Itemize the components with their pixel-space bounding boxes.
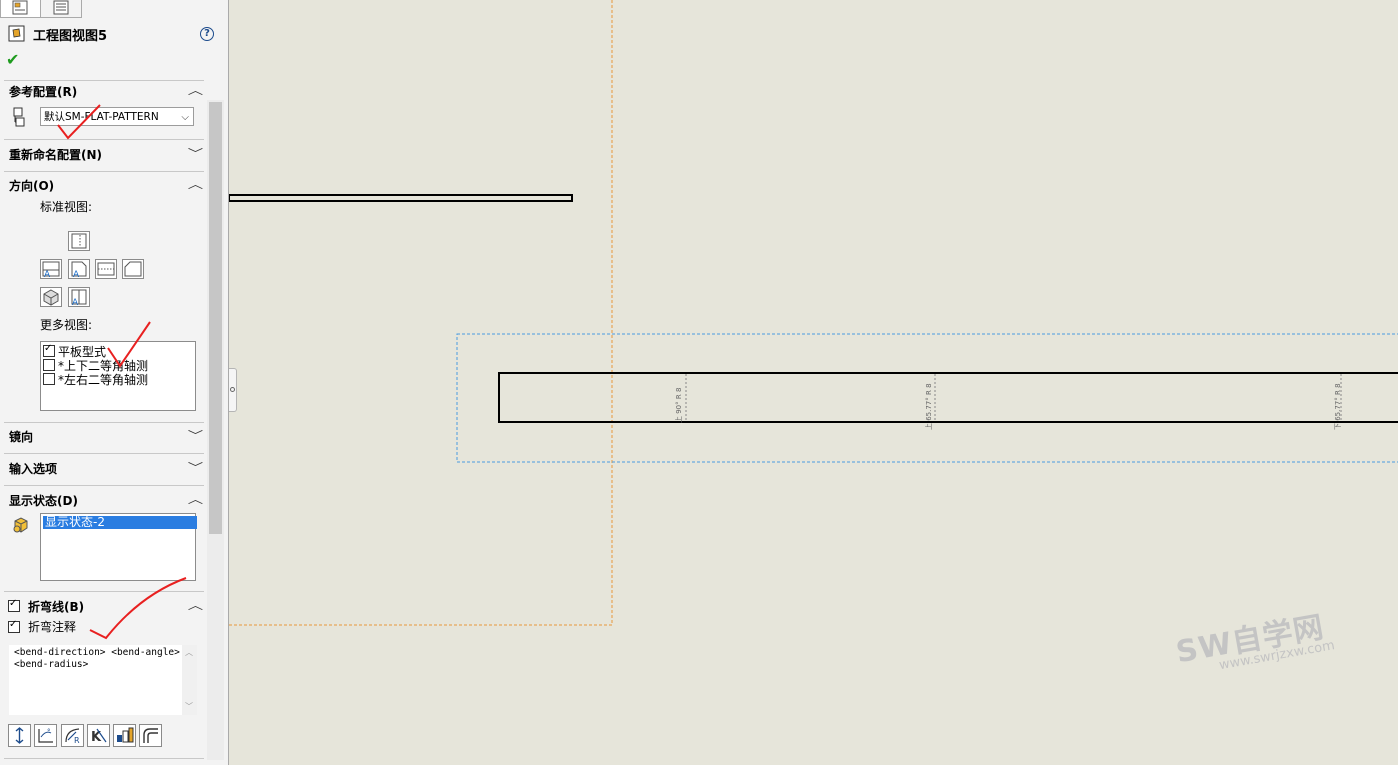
bend-note-label: 上 65.77° R 8	[924, 383, 933, 430]
property-manager-panel: 工程图视图5 ? ✔ 参考配置(R) ︿ 默认SM-FLAT-PATTERN ⌵…	[0, 0, 228, 765]
bend-note-label: 上 90° R 8	[674, 388, 683, 423]
red-check-annotations	[57, 104, 187, 640]
bend-note-label: 下 65.77° R 8	[1334, 383, 1342, 430]
side-view-part	[229, 194, 573, 202]
flat-pattern-outline	[498, 372, 1398, 423]
